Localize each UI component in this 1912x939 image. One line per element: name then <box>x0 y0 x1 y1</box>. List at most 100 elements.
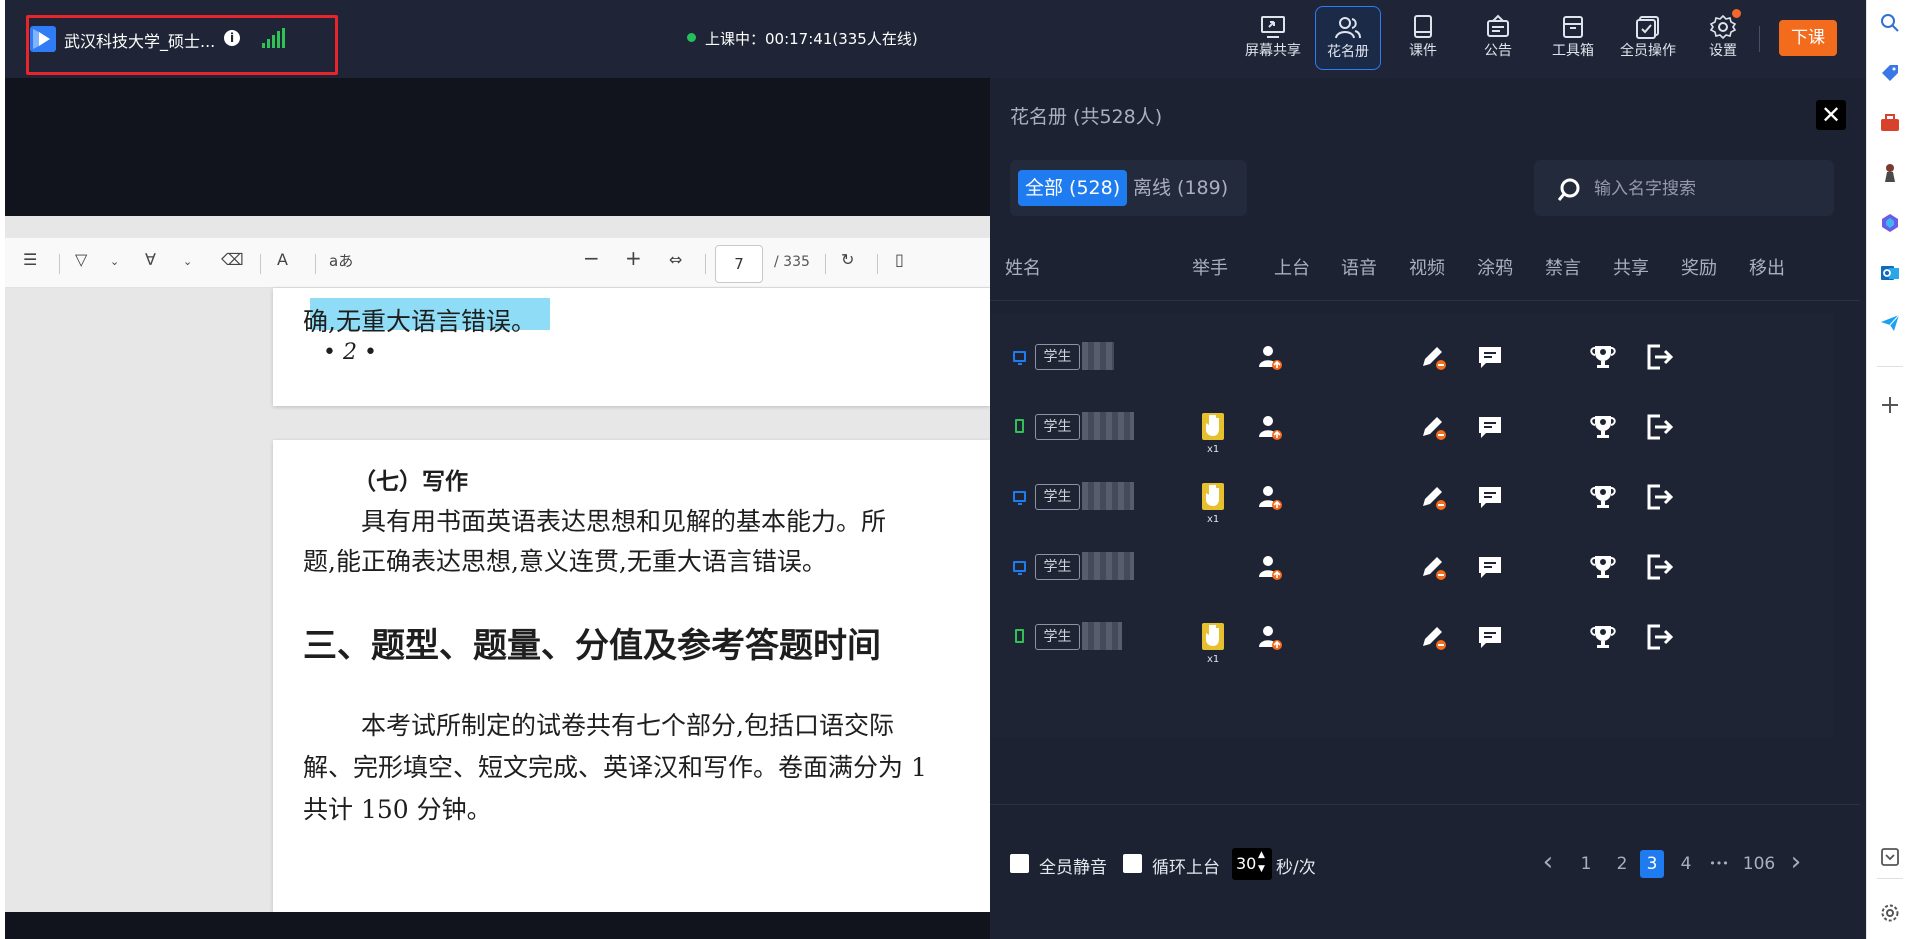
draw-icon[interactable]: ∀ <box>145 250 156 269</box>
doodle-disabled-icon[interactable] <box>1417 340 1451 374</box>
pagination-page[interactable]: 1 <box>1574 850 1598 878</box>
pagination-next-button[interactable]: › <box>1786 849 1806 878</box>
role-badge: 学生 <box>1035 414 1080 440</box>
chevron-down-icon[interactable]: ⌄ <box>183 255 192 268</box>
read-aloud-icon[interactable]: A <box>277 250 288 269</box>
toolbar-toolbox-button[interactable]: 工具箱 <box>1540 6 1606 70</box>
screen-share-icon <box>1261 16 1285 38</box>
doodle-disabled-icon[interactable] <box>1417 550 1451 584</box>
close-icon[interactable]: ✕ <box>1816 100 1846 130</box>
pagination-page[interactable]: 106 <box>1740 850 1778 878</box>
tab-all-members[interactable]: 全部 (528) <box>1018 170 1128 206</box>
pagination-page-current[interactable]: 3 <box>1640 850 1664 878</box>
loop-stage-checkbox[interactable] <box>1123 854 1142 873</box>
copilot-icon[interactable] <box>1879 212 1901 234</box>
outline-icon[interactable]: ☰ <box>23 250 37 269</box>
doodle-disabled-icon[interactable] <box>1417 620 1451 654</box>
info-icon[interactable]: i <box>224 30 240 46</box>
raised-hand-icon[interactable] <box>1197 620 1231 654</box>
chat-mute-icon[interactable] <box>1473 620 1507 654</box>
student-name-blurred <box>1082 552 1134 580</box>
sidebar-separator <box>1877 366 1903 367</box>
toolbar-announcement-button[interactable]: 公告 <box>1465 6 1531 70</box>
pagination-page[interactable]: 2 <box>1610 850 1634 878</box>
chess-icon[interactable] <box>1879 162 1901 184</box>
column-header-mute: 禁言 <box>1545 258 1581 279</box>
toolbox-icon[interactable] <box>1879 112 1901 134</box>
pagination-page[interactable]: 4 <box>1674 850 1698 878</box>
eraser-icon[interactable]: ⌫ <box>221 250 244 269</box>
page-number-label: • 2 • <box>323 340 377 365</box>
chat-mute-icon[interactable] <box>1473 340 1507 374</box>
table-row[interactable]: 学生 x1 <box>990 598 1834 682</box>
trophy-icon[interactable] <box>1586 550 1620 584</box>
outlook-icon[interactable] <box>1879 262 1901 284</box>
doodle-disabled-icon[interactable] <box>1417 480 1451 514</box>
remove-user-icon[interactable] <box>1642 550 1676 584</box>
interval-seconds-input[interactable]: 30 <box>1232 848 1272 880</box>
toolbar-label: 屏幕共享 <box>1245 43 1301 59</box>
zoom-out-icon[interactable]: − <box>583 246 600 270</box>
invite-on-stage-icon[interactable] <box>1253 620 1287 654</box>
toolbar-screen-share-button[interactable]: 屏幕共享 <box>1240 6 1306 70</box>
gear-icon <box>1709 14 1737 40</box>
mute-all-checkbox[interactable] <box>1010 854 1029 873</box>
page-number-input[interactable]: 7 <box>715 245 763 283</box>
search-icon[interactable] <box>1879 12 1901 34</box>
page-view-icon[interactable]: ▯ <box>895 250 904 269</box>
toolbar-settings-button[interactable]: 设置 <box>1690 6 1756 70</box>
fit-width-icon[interactable]: ⇔ <box>669 250 682 269</box>
gear-icon[interactable] <box>1879 902 1901 924</box>
live-status-dot <box>687 33 696 42</box>
roster-panel: 花名册 (共528人) ✕ 全部 (528) 离线 (189) 姓名 举手 上台… <box>990 78 1866 939</box>
tab-offline-members[interactable]: 离线 (189) <box>1133 170 1228 206</box>
remove-user-icon[interactable] <box>1642 620 1676 654</box>
tag-icon[interactable] <box>1879 62 1901 84</box>
chevron-down-icon[interactable]: ⌄ <box>110 255 119 268</box>
trophy-icon[interactable] <box>1586 410 1620 444</box>
chat-mute-icon[interactable] <box>1473 410 1507 444</box>
column-header-doodle: 涂鸦 <box>1477 258 1513 279</box>
remove-user-icon[interactable] <box>1642 480 1676 514</box>
toolbar-separator <box>825 254 826 274</box>
toolbar-roster-button[interactable]: 花名册 <box>1315 6 1381 70</box>
rotate-icon[interactable]: ↻ <box>841 250 854 269</box>
paragraph-line: 解、完形填空、短文完成、英译汉和写作。卷面满分为 1 <box>303 753 927 782</box>
roster-filter-tabs: 全部 (528) 离线 (189) <box>1010 160 1247 216</box>
pdf-page: （七）写作 具有用书面英语表达思想和见解的基本能力。所 题,能正确表达思想,意义… <box>273 440 990 912</box>
toolbar-all-members-button[interactable]: 全员操作 <box>1615 6 1681 70</box>
pagination-ellipsis[interactable]: ••• <box>1704 850 1734 878</box>
remove-user-icon[interactable] <box>1642 340 1676 374</box>
screenshot-icon[interactable] <box>1879 846 1901 868</box>
raised-hand-icon[interactable] <box>1197 480 1231 514</box>
chat-mute-icon[interactable] <box>1473 480 1507 514</box>
invite-on-stage-icon[interactable] <box>1253 340 1287 374</box>
pdf-viewer[interactable]: ☰ ▽ ⌄ ∀ ⌄ ⌫ A aあ − + ⇔ 7 / 335 ↻ ▯ 确,无重大… <box>5 216 990 912</box>
toolbar-courseware-button[interactable]: 课件 <box>1390 6 1456 70</box>
trophy-icon[interactable] <box>1586 620 1620 654</box>
translate-icon[interactable]: aあ <box>329 250 353 271</box>
roster-icon <box>1335 17 1361 39</box>
invite-on-stage-icon[interactable] <box>1253 550 1287 584</box>
search-box <box>1534 160 1834 216</box>
chat-mute-icon[interactable] <box>1473 550 1507 584</box>
add-icon[interactable] <box>1879 394 1901 416</box>
invite-on-stage-icon[interactable] <box>1253 480 1287 514</box>
trophy-icon[interactable] <box>1586 340 1620 374</box>
send-icon[interactable] <box>1879 312 1901 334</box>
interval-stepper-icon[interactable]: ▲ ▼ <box>1258 848 1265 876</box>
remove-user-icon[interactable] <box>1642 410 1676 444</box>
trophy-icon[interactable] <box>1586 480 1620 514</box>
paragraph-line: 题,能正确表达思想,意义连贯,无重大语言错误。 <box>303 547 827 576</box>
search-input[interactable] <box>1594 177 1814 201</box>
highlighter-icon[interactable]: ▽ <box>75 250 87 269</box>
pagination-prev-button[interactable]: ‹ <box>1538 849 1558 878</box>
end-class-button[interactable]: 下课 <box>1779 20 1837 56</box>
invite-on-stage-icon[interactable] <box>1253 410 1287 444</box>
column-header-voice: 语音 <box>1341 258 1377 279</box>
class-title: 武汉科技大学_硕士... <box>64 32 216 51</box>
courseware-icon <box>1414 15 1432 38</box>
raised-hand-icon[interactable] <box>1197 410 1231 444</box>
doodle-disabled-icon[interactable] <box>1417 410 1451 444</box>
zoom-in-icon[interactable]: + <box>625 246 642 270</box>
